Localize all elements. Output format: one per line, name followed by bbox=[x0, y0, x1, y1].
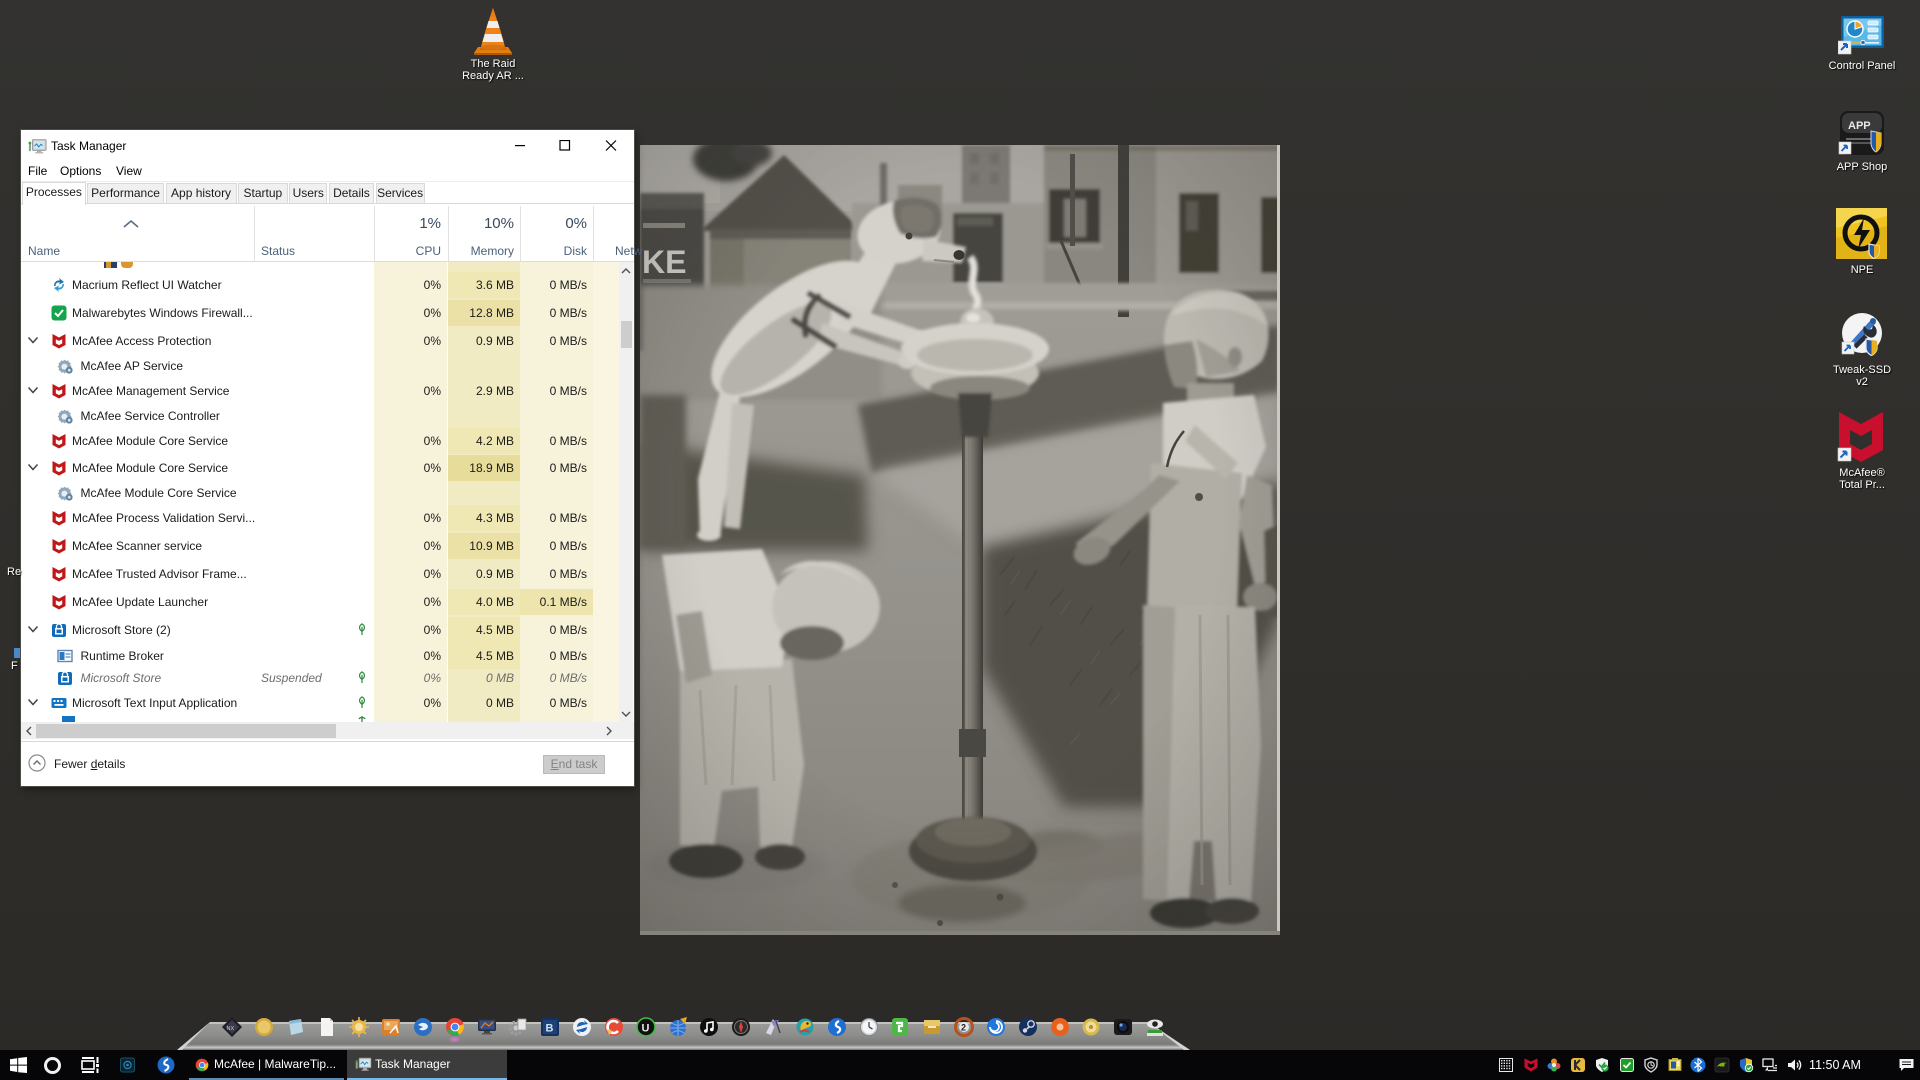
svg-text:B: B bbox=[546, 1023, 554, 1035]
svg-text:NX: NX bbox=[227, 1026, 235, 1032]
svg-text:2: 2 bbox=[961, 1023, 966, 1033]
svg-text:U: U bbox=[642, 1023, 650, 1035]
svg-text:APP: APP bbox=[1848, 120, 1871, 132]
